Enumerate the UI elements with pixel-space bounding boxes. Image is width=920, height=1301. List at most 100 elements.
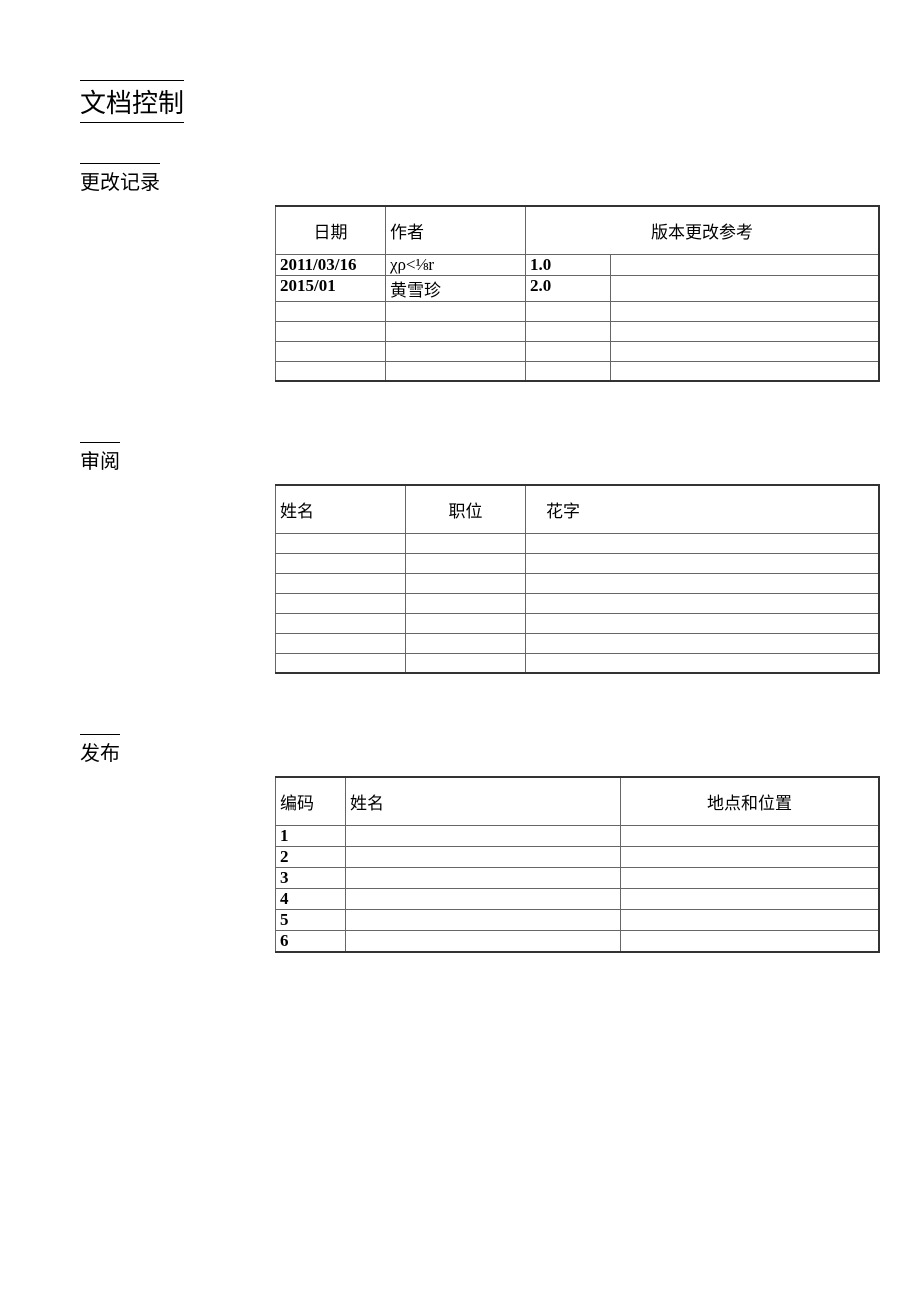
cell-position xyxy=(406,633,526,653)
col-code: 编码 xyxy=(276,777,346,825)
cell-version: 1.0 xyxy=(526,254,611,275)
cell-author: 黄雪珍 xyxy=(386,275,526,301)
cell-position xyxy=(406,573,526,593)
review-title: 审阅 xyxy=(80,442,120,474)
cell-author xyxy=(386,321,526,341)
page-title: 文档控制 xyxy=(80,80,184,123)
cell-pname xyxy=(346,825,621,846)
cell-ref xyxy=(611,341,880,361)
table-row: 5 xyxy=(276,909,880,930)
cell-author xyxy=(386,301,526,321)
table-row xyxy=(276,321,880,341)
cell-pname xyxy=(346,930,621,952)
cell-name xyxy=(276,613,406,633)
cell-position xyxy=(406,533,526,553)
cell-pname xyxy=(346,867,621,888)
cell-sig xyxy=(526,593,880,613)
table-row: 6 xyxy=(276,930,880,952)
cell-loc xyxy=(621,846,880,867)
cell-code: 2 xyxy=(276,846,346,867)
col-name: 姓名 xyxy=(276,485,406,533)
col-position: 职位 xyxy=(406,485,526,533)
publish-section: 发布 编码 姓名 地点和位置 123456 xyxy=(80,734,840,953)
cell-date xyxy=(276,301,386,321)
cell-sig xyxy=(526,573,880,593)
cell-name xyxy=(276,533,406,553)
change-log-section: 更改记录 日期 作者 版本更改参考 2011/03/16χρ<⅛r1.02015… xyxy=(80,163,840,382)
cell-sig xyxy=(526,553,880,573)
cell-code: 4 xyxy=(276,888,346,909)
cell-pname xyxy=(346,909,621,930)
cell-sig xyxy=(526,533,880,553)
cell-name xyxy=(276,573,406,593)
cell-ref xyxy=(611,275,880,301)
table-row xyxy=(276,341,880,361)
table-row: 3 xyxy=(276,867,880,888)
col-loc: 地点和位置 xyxy=(621,777,880,825)
cell-loc xyxy=(621,888,880,909)
col-pname: 姓名 xyxy=(346,777,621,825)
cell-name xyxy=(276,593,406,613)
review-section: 审阅 姓名 职位 花字 xyxy=(80,442,840,674)
cell-author xyxy=(386,361,526,381)
publish-table: 编码 姓名 地点和位置 123456 xyxy=(275,776,880,953)
cell-version xyxy=(526,321,611,341)
table-row: 2 xyxy=(276,846,880,867)
cell-sig xyxy=(526,633,880,653)
change-log-table: 日期 作者 版本更改参考 2011/03/16χρ<⅛r1.02015/01黄雪… xyxy=(275,205,880,382)
table-row xyxy=(276,553,880,573)
cell-loc xyxy=(621,867,880,888)
table-row xyxy=(276,653,880,673)
table-row xyxy=(276,633,880,653)
table-row: 2011/03/16χρ<⅛r1.0 xyxy=(276,254,880,275)
cell-version xyxy=(526,301,611,321)
cell-pname xyxy=(346,846,621,867)
cell-position xyxy=(406,653,526,673)
cell-loc xyxy=(621,825,880,846)
table-row xyxy=(276,593,880,613)
table-row xyxy=(276,613,880,633)
cell-position xyxy=(406,593,526,613)
cell-sig xyxy=(526,613,880,633)
cell-date xyxy=(276,321,386,341)
cell-date xyxy=(276,341,386,361)
cell-position xyxy=(406,553,526,573)
cell-code: 1 xyxy=(276,825,346,846)
cell-loc xyxy=(621,930,880,952)
cell-version xyxy=(526,341,611,361)
cell-name xyxy=(276,653,406,673)
cell-date: 2015/01 xyxy=(276,275,386,301)
cell-code: 6 xyxy=(276,930,346,952)
cell-ref xyxy=(611,254,880,275)
col-sig: 花字 xyxy=(526,485,880,533)
change-log-title: 更改记录 xyxy=(80,163,160,195)
cell-version: 2.0 xyxy=(526,275,611,301)
cell-ref xyxy=(611,301,880,321)
cell-pname xyxy=(346,888,621,909)
cell-name xyxy=(276,553,406,573)
table-row xyxy=(276,573,880,593)
cell-ref xyxy=(611,321,880,341)
col-date: 日期 xyxy=(276,206,386,254)
table-row: 1 xyxy=(276,825,880,846)
table-row: 4 xyxy=(276,888,880,909)
review-table: 姓名 职位 花字 xyxy=(275,484,880,674)
cell-loc xyxy=(621,909,880,930)
cell-date xyxy=(276,361,386,381)
cell-author: χρ<⅛r xyxy=(386,254,526,275)
table-row xyxy=(276,301,880,321)
cell-code: 3 xyxy=(276,867,346,888)
cell-author xyxy=(386,341,526,361)
publish-title: 发布 xyxy=(80,734,120,766)
cell-sig xyxy=(526,653,880,673)
cell-position xyxy=(406,613,526,633)
col-author: 作者 xyxy=(386,206,526,254)
table-row xyxy=(276,361,880,381)
cell-code: 5 xyxy=(276,909,346,930)
cell-version xyxy=(526,361,611,381)
cell-ref xyxy=(611,361,880,381)
table-row: 2015/01黄雪珍2.0 xyxy=(276,275,880,301)
cell-name xyxy=(276,633,406,653)
table-row xyxy=(276,533,880,553)
cell-date: 2011/03/16 xyxy=(276,254,386,275)
